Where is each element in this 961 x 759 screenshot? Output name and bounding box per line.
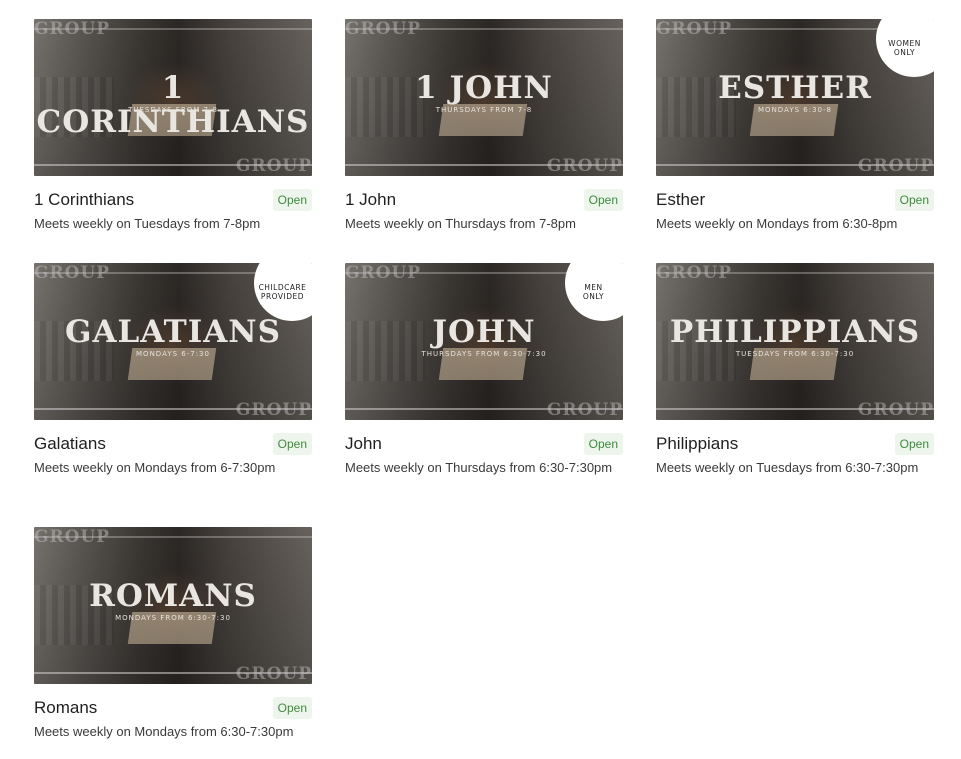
- group-description: Meets weekly on Tuesdays from 7-8pm: [34, 216, 261, 231]
- image-watermark-bottom: GROUP: [235, 156, 312, 176]
- status-badge: Open: [272, 189, 312, 211]
- group-card[interactable]: GROUP GROUP GALATIANS MONDAYS 6-7:30 CHI…: [34, 263, 312, 527]
- group-description: Meets weekly on Thursdays from 7-8pm: [345, 216, 576, 231]
- image-watermark-top: GROUP: [656, 19, 733, 39]
- group-card[interactable]: GROUP GROUP ESTHER MONDAYS 6:30-8 WOMEN …: [656, 19, 934, 263]
- image-watermark-bottom: GROUP: [235, 664, 312, 684]
- group-image[interactable]: GROUP GROUP 1 CORINTHIANS TUESDAYS FROM …: [34, 19, 312, 176]
- card-header: Galatians Open: [34, 432, 312, 456]
- image-subtitle: TUESDAYS FROM 6:30-7:30: [735, 350, 855, 358]
- image-watermark-top: GROUP: [34, 263, 111, 283]
- status-badge: Open: [894, 189, 934, 211]
- group-name[interactable]: Esther: [656, 190, 705, 210]
- image-title: JOHN: [432, 314, 536, 350]
- image-subtitle: TUESDAYS FROM 7-8: [128, 106, 218, 114]
- group-card[interactable]: GROUP GROUP PHILIPPIANS TUESDAYS FROM 6:…: [656, 263, 934, 527]
- image-title: GALATIANS: [64, 314, 282, 350]
- group-card[interactable]: GROUP GROUP 1 CORINTHIANS TUESDAYS FROM …: [34, 19, 312, 263]
- group-card[interactable]: GROUP GROUP ROMANS MONDAYS FROM 6:30-7:3…: [34, 527, 312, 759]
- card-header: 1 Corinthians Open: [34, 188, 312, 212]
- status-badge: Open: [583, 433, 623, 455]
- group-name[interactable]: 1 John: [345, 190, 396, 210]
- image-title: PHILIPPIANS: [669, 314, 921, 350]
- status-badge: Open: [272, 697, 312, 719]
- image-subtitle: THURSDAYS FROM 6:30-7:30: [421, 350, 547, 358]
- image-title: 1 JOHN: [415, 70, 553, 106]
- group-description: Meets weekly on Mondays from 6:30-8pm: [656, 216, 898, 231]
- group-image[interactable]: GROUP GROUP ROMANS MONDAYS FROM 6:30-7:3…: [34, 527, 312, 684]
- image-title: ROMANS: [89, 578, 257, 614]
- group-name[interactable]: 1 Corinthians: [34, 190, 134, 210]
- group-name[interactable]: Romans: [34, 698, 97, 718]
- group-description: Meets weekly on Tuesdays from 6:30-7:30p…: [656, 460, 919, 475]
- image-watermark-top: GROUP: [34, 19, 111, 39]
- group-name[interactable]: Galatians: [34, 434, 106, 454]
- image-watermark-bottom: GROUP: [857, 400, 934, 420]
- card-header: Esther Open: [656, 188, 934, 212]
- card-header: 1 John Open: [345, 188, 623, 212]
- image-watermark-top: GROUP: [656, 263, 733, 283]
- image-watermark-top: GROUP: [345, 19, 422, 39]
- audience-badge-text: MEN ONLY: [582, 283, 605, 301]
- image-watermark-bottom: GROUP: [546, 156, 623, 176]
- image-title: 1 CORINTHIANS: [36, 70, 310, 140]
- image-subtitle: MONDAYS 6:30-8: [758, 106, 832, 114]
- group-image[interactable]: GROUP GROUP PHILIPPIANS TUESDAYS FROM 6:…: [656, 263, 934, 420]
- group-image[interactable]: GROUP GROUP GALATIANS MONDAYS 6-7:30 CHI…: [34, 263, 312, 420]
- image-subtitle: THURSDAYS FROM 7-8: [435, 106, 533, 114]
- status-badge: Open: [894, 433, 934, 455]
- status-badge: Open: [272, 433, 312, 455]
- card-header: Romans Open: [34, 696, 312, 720]
- audience-badge-text: WOMEN ONLY: [888, 39, 921, 57]
- status-badge: Open: [583, 189, 623, 211]
- image-watermark-bottom: GROUP: [235, 400, 312, 420]
- group-card[interactable]: GROUP GROUP JOHN THURSDAYS FROM 6:30-7:3…: [345, 263, 623, 527]
- group-image[interactable]: GROUP GROUP 1 JOHN THURSDAYS FROM 7-8: [345, 19, 623, 176]
- image-subtitle: MONDAYS FROM 6:30-7:30: [115, 614, 231, 622]
- group-description: Meets weekly on Mondays from 6:30-7:30pm: [34, 724, 294, 739]
- image-watermark-bottom: GROUP: [857, 156, 934, 176]
- image-watermark-bottom: GROUP: [546, 400, 623, 420]
- group-grid: GROUP GROUP 1 CORINTHIANS TUESDAYS FROM …: [34, 19, 934, 759]
- group-image[interactable]: GROUP GROUP ESTHER MONDAYS 6:30-8 WOMEN …: [656, 19, 934, 176]
- card-header: John Open: [345, 432, 623, 456]
- image-watermark-top: GROUP: [34, 527, 111, 547]
- image-subtitle: MONDAYS 6-7:30: [136, 350, 210, 358]
- card-header: Philippians Open: [656, 432, 934, 456]
- group-card[interactable]: GROUP GROUP 1 JOHN THURSDAYS FROM 7-8 1 …: [345, 19, 623, 263]
- childcare-badge-text: CHILDCARE PROVIDED: [258, 283, 307, 301]
- image-title: ESTHER: [718, 70, 872, 106]
- group-name[interactable]: John: [345, 434, 382, 454]
- group-name[interactable]: Philippians: [656, 434, 738, 454]
- group-description: Meets weekly on Mondays from 6-7:30pm: [34, 460, 276, 475]
- image-watermark-top: GROUP: [345, 263, 422, 283]
- group-description: Meets weekly on Thursdays from 6:30-7:30…: [345, 460, 613, 475]
- group-image[interactable]: GROUP GROUP JOHN THURSDAYS FROM 6:30-7:3…: [345, 263, 623, 420]
